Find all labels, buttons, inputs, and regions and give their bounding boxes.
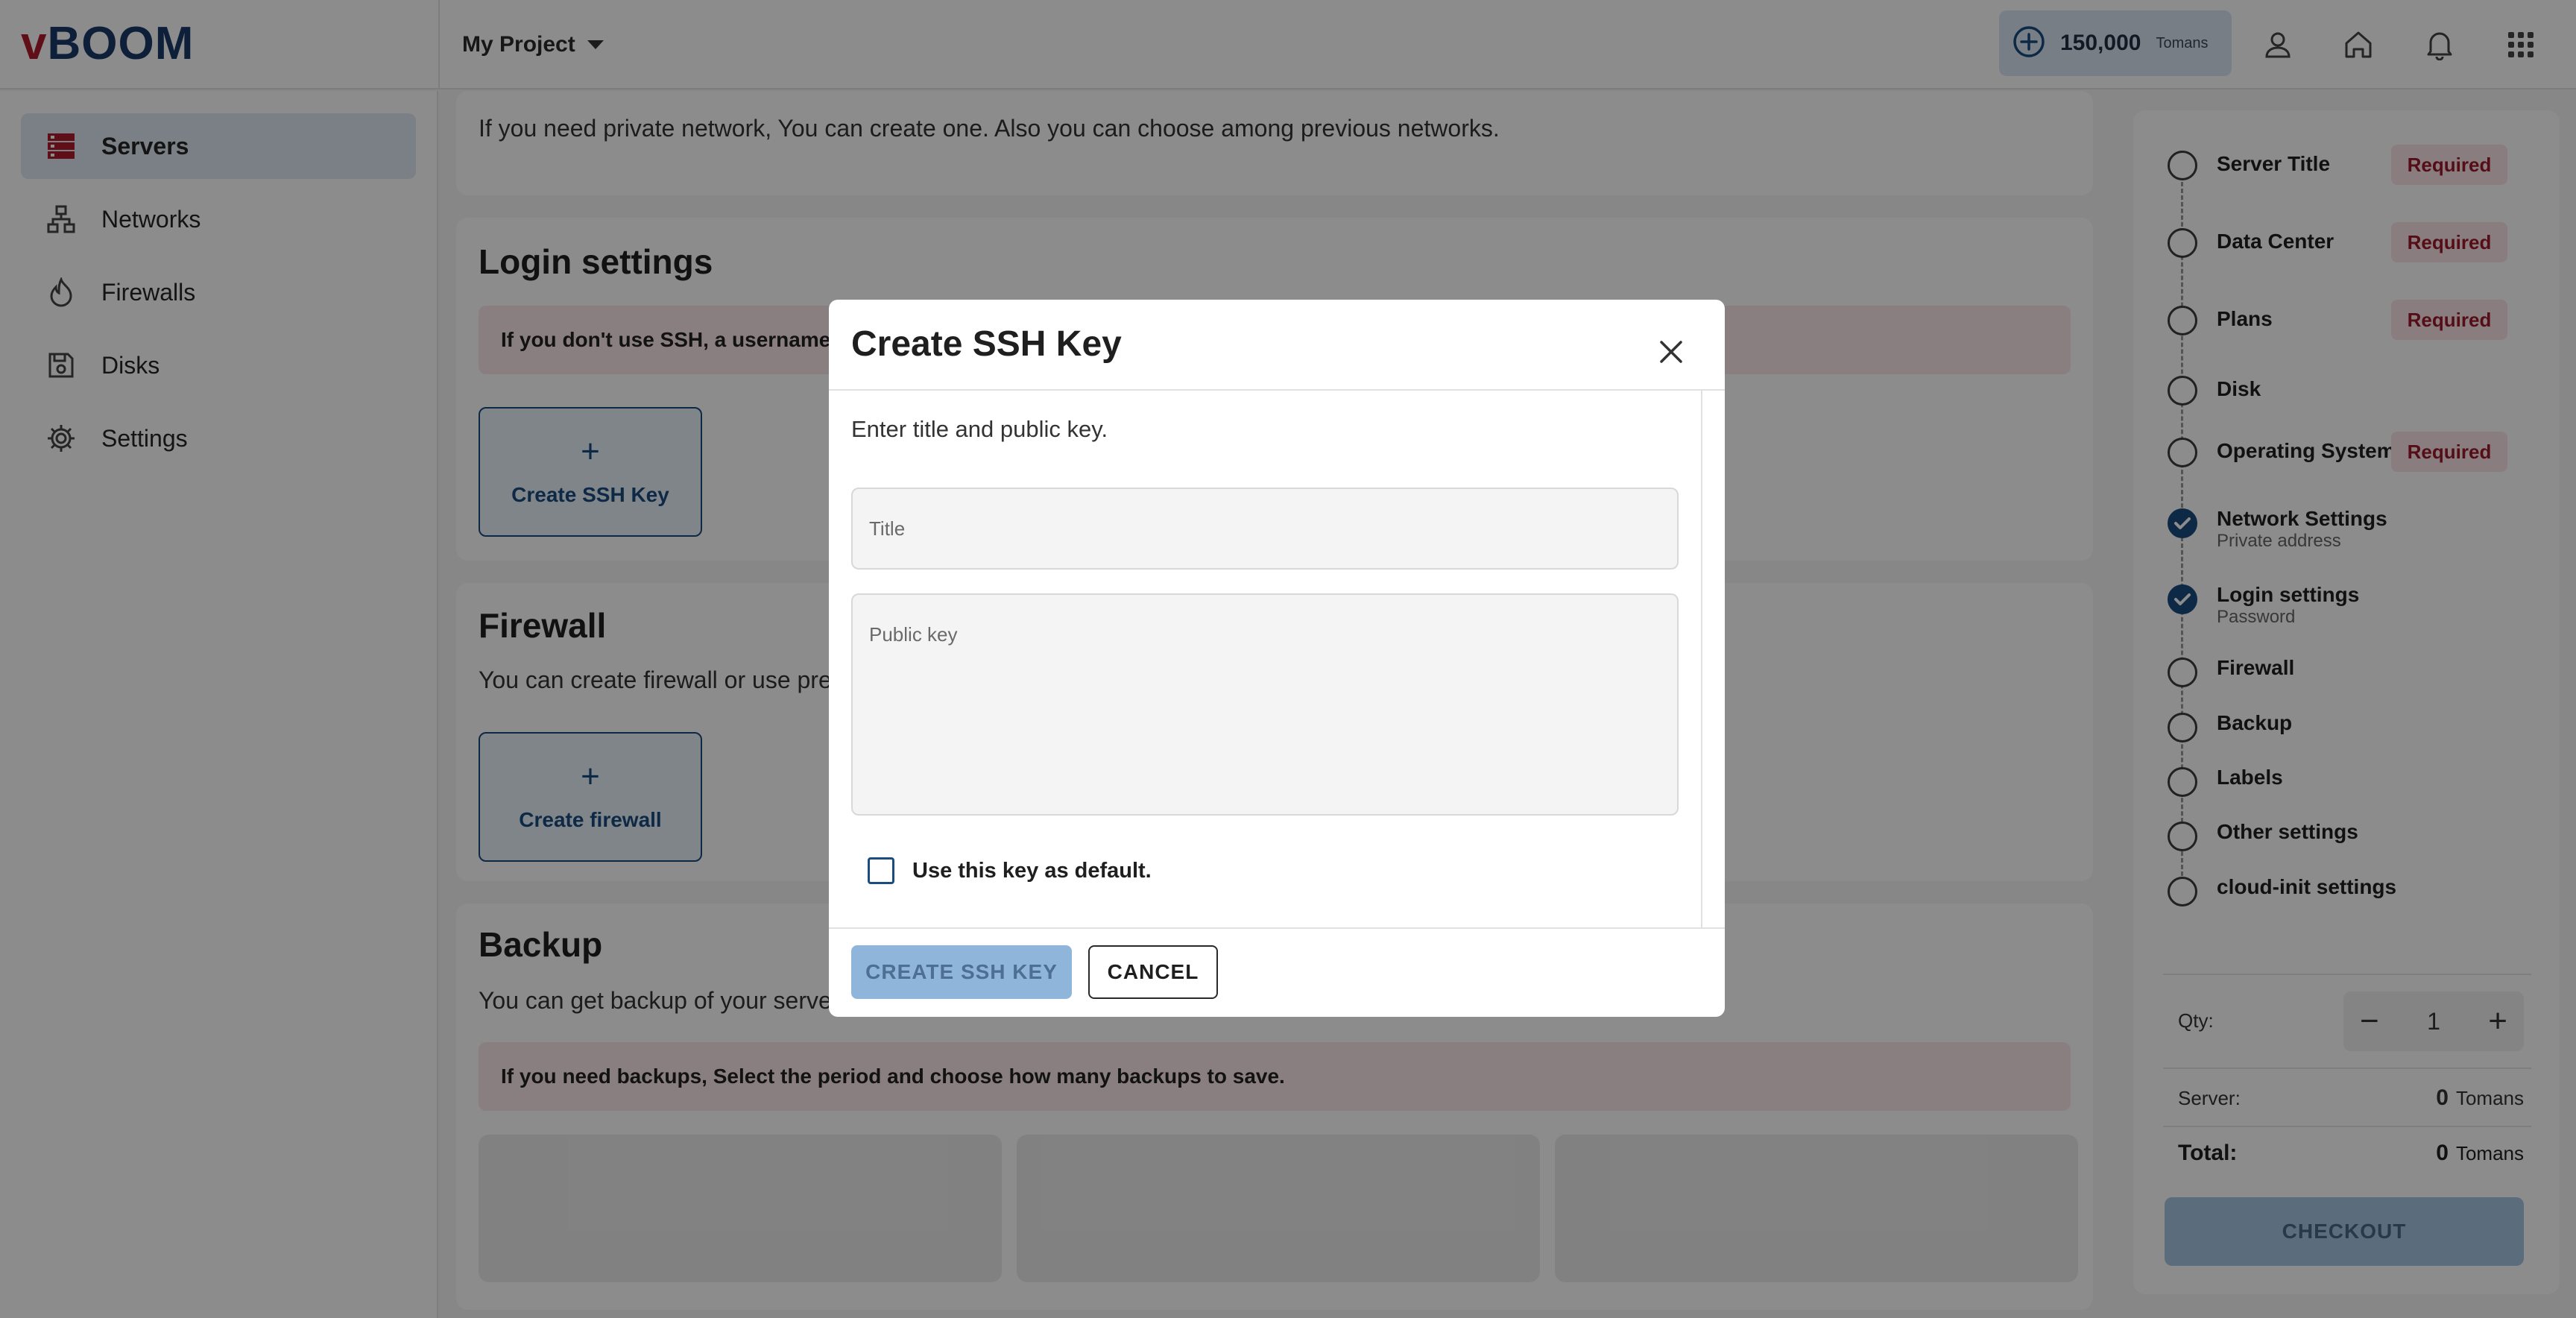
- cancel-button[interactable]: CANCEL: [1088, 945, 1218, 999]
- create-ssh-key-button[interactable]: CREATE SSH KEY: [851, 945, 1072, 999]
- create-ssh-key-dialog: Create SSH Key Enter title and public ke…: [829, 300, 1725, 1017]
- dialog-title: Create SSH Key: [851, 324, 1122, 364]
- dialog-description: Enter title and public key.: [851, 416, 1108, 442]
- dialog-divider: [829, 927, 1725, 929]
- public-key-textarea[interactable]: [851, 593, 1679, 816]
- default-key-label: Use this key as default.: [912, 858, 1152, 883]
- default-key-option[interactable]: Use this key as default.: [868, 857, 1152, 884]
- dialog-divider: [829, 389, 1725, 391]
- dialog-scrollbar[interactable]: [1701, 391, 1702, 927]
- default-key-checkbox[interactable]: [868, 857, 894, 884]
- ssh-title-input[interactable]: [851, 488, 1679, 570]
- close-icon[interactable]: [1647, 328, 1695, 376]
